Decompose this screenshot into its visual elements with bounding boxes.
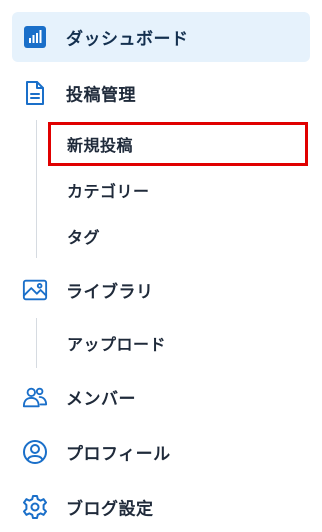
nav-label-library: ライブラリ <box>66 282 154 303</box>
submenu-divider-line <box>36 318 37 368</box>
sub-label-categories: カテゴリー <box>67 182 150 201</box>
nav-label-posts: 投稿管理 <box>66 85 136 106</box>
nav-item-dashboard[interactable]: ダッシュボード <box>12 12 310 62</box>
user-circle-icon <box>22 439 48 465</box>
sub-item-categories[interactable]: カテゴリー <box>48 168 308 212</box>
sub-label-new-post: 新規投稿 <box>67 136 134 155</box>
nav-item-members[interactable]: メンバー <box>12 372 310 422</box>
nav-label-members: メンバー <box>66 389 136 410</box>
sub-item-new-post[interactable]: 新規投稿 <box>48 122 308 166</box>
submenu-divider-line <box>36 120 37 258</box>
nav-label-profile: プロフィール <box>66 444 171 465</box>
nav-item-posts[interactable]: 投稿管理 <box>12 68 310 118</box>
bar-chart-icon <box>22 24 48 50</box>
sidebar-nav: ダッシュボード 投稿管理 新規投稿 カテゴリー タグ ライブラリ アップロード … <box>0 0 322 530</box>
nav-item-blog-settings[interactable]: ブログ設定 <box>12 482 310 532</box>
nav-label-blog-settings: ブログ設定 <box>66 499 154 520</box>
nav-label-dashboard: ダッシュボード <box>66 29 189 50</box>
nav-item-library[interactable]: ライブラリ <box>12 265 310 315</box>
gear-icon <box>22 494 48 520</box>
image-icon <box>22 277 48 303</box>
users-icon <box>22 384 48 410</box>
sub-item-tags[interactable]: タグ <box>48 214 308 258</box>
nav-item-profile[interactable]: プロフィール <box>12 427 310 477</box>
sub-label-upload: アップロード <box>67 335 167 354</box>
document-icon <box>22 80 48 106</box>
posts-submenu: 新規投稿 カテゴリー タグ <box>36 120 310 258</box>
library-submenu: アップロード <box>36 318 310 368</box>
sub-item-upload[interactable]: アップロード <box>48 321 308 365</box>
sub-label-tags: タグ <box>67 228 101 247</box>
